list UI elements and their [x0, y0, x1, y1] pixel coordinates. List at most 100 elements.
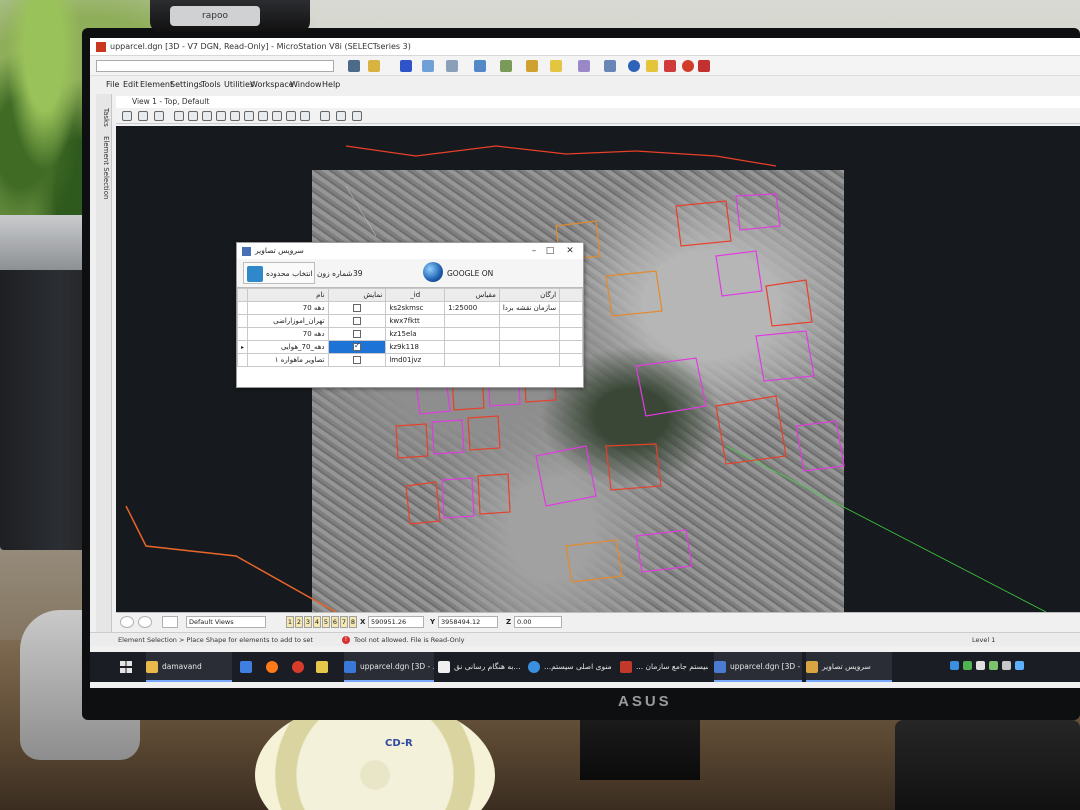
- view-pointer-icon[interactable]: [162, 616, 178, 628]
- zone-number-input[interactable]: 39: [353, 269, 363, 278]
- view-button-2[interactable]: 2: [295, 616, 303, 628]
- zoom-in-icon[interactable]: [188, 111, 198, 121]
- view-button-8[interactable]: 8: [349, 616, 357, 628]
- menu-edit[interactable]: Edit: [123, 78, 139, 92]
- info-icon[interactable]: [628, 60, 640, 72]
- view-back-icon[interactable]: [120, 616, 134, 628]
- tray-icon[interactable]: [1015, 661, 1024, 670]
- taskbar-icon-chrome[interactable]: [292, 652, 304, 682]
- view-button-1[interactable]: 1: [286, 616, 294, 628]
- globe-icon[interactable]: [423, 262, 443, 282]
- pan-view-icon[interactable]: [258, 111, 268, 121]
- y-coordinate-field[interactable]: 3958494.12: [438, 616, 498, 628]
- close-button[interactable]: ✕: [563, 244, 577, 258]
- view-forward-icon[interactable]: [138, 616, 152, 628]
- menu-file[interactable]: File: [106, 78, 119, 92]
- taskbar-icon-firefox[interactable]: [266, 652, 278, 682]
- minimize-button[interactable]: –: [527, 244, 541, 258]
- clip-volume-icon[interactable]: [320, 111, 330, 121]
- taskbar-item-microstation[interactable]: upparcel.dgn [3D - ...: [714, 652, 802, 682]
- select-area-button[interactable]: انتخاب محدوده: [243, 262, 315, 284]
- view-button-6[interactable]: 6: [331, 616, 339, 628]
- rotate-view-icon[interactable]: [244, 111, 254, 121]
- toolbar-icon[interactable]: [664, 60, 676, 72]
- tray-icon[interactable]: [976, 661, 985, 670]
- show-checkbox[interactable]: [352, 304, 361, 312]
- view-previous-icon[interactable]: [272, 111, 282, 121]
- table-row-selected[interactable]: ▸ دهه_70_هوایی kz9k118: [236, 340, 583, 354]
- copy-view-icon[interactable]: [300, 111, 310, 121]
- taskbar-item-window[interactable]: ... سیستم جامع سازمان: [620, 652, 708, 682]
- tray-icon[interactable]: [1002, 661, 1011, 670]
- menu-window[interactable]: Window: [290, 78, 322, 92]
- toolbar-icon[interactable]: [604, 60, 616, 72]
- show-checkbox[interactable]: [352, 330, 361, 338]
- view-button-7[interactable]: 7: [340, 616, 348, 628]
- toolbar-icon[interactable]: [500, 60, 512, 72]
- column-header-scale[interactable]: مقیاس: [444, 288, 500, 302]
- table-row[interactable]: تهران_اموزاراضی kwx7fktt: [236, 314, 583, 328]
- taskbar-item-explorer[interactable]: damavand: [146, 652, 232, 682]
- menu-workspace[interactable]: Workspace: [250, 78, 294, 92]
- window-area-icon[interactable]: [216, 111, 226, 121]
- toolbar-icon[interactable]: [400, 60, 412, 72]
- toolbar-icon[interactable]: [698, 60, 710, 72]
- update-view-icon[interactable]: [174, 111, 184, 121]
- toolbar-icon[interactable]: [422, 60, 434, 72]
- toolbar-icon[interactable]: [446, 60, 458, 72]
- drawing-canvas[interactable]: سرویس تصاویر – □ ✕ انتخاب محدوده شماره ز…: [116, 126, 1080, 612]
- toolbar-icon[interactable]: [474, 60, 486, 72]
- windows-start-icon[interactable]: [120, 661, 132, 673]
- show-checkbox[interactable]: [352, 317, 361, 325]
- display-style-icon[interactable]: [154, 111, 164, 121]
- toolbar-icon[interactable]: [578, 60, 590, 72]
- menu-settings[interactable]: Settings: [170, 78, 203, 92]
- toolbar-icon[interactable]: [550, 60, 562, 72]
- view-attributes-icon[interactable]: [122, 111, 132, 121]
- column-header-show[interactable]: نمایش: [327, 288, 387, 302]
- show-checkbox-checked[interactable]: [352, 342, 361, 351]
- taskbar-icon-app[interactable]: [316, 652, 328, 682]
- z-coordinate-field[interactable]: 0.00: [514, 616, 562, 628]
- view-next-icon[interactable]: [286, 111, 296, 121]
- camera-icon[interactable]: [352, 111, 362, 121]
- taskbar-item-microstation[interactable]: upparcel.dgn [3D - ...: [344, 652, 434, 682]
- toolbar-icon[interactable]: [526, 60, 538, 72]
- toolbar-icon[interactable]: [348, 60, 360, 72]
- column-header-id[interactable]: _id: [385, 288, 446, 302]
- zoom-out-icon[interactable]: [202, 111, 212, 121]
- fit-view-icon[interactable]: [230, 111, 240, 121]
- views-combo[interactable]: Default Views: [186, 616, 266, 628]
- view-button-5[interactable]: 5: [322, 616, 330, 628]
- column-header-org[interactable]: ارگان: [498, 288, 561, 302]
- element-attributes-combo[interactable]: [96, 60, 334, 72]
- toolbar-icon[interactable]: [368, 60, 380, 72]
- toolbar-icon[interactable]: [682, 60, 694, 72]
- menu-help[interactable]: Help: [322, 78, 340, 92]
- x-coordinate-field[interactable]: 590951.26: [368, 616, 424, 628]
- taskbar-item-window[interactable]: ...منوی اصلی سیستم: [528, 652, 616, 682]
- dock-tab-tasks[interactable]: Tasks: [98, 108, 110, 127]
- menu-tools[interactable]: Tools: [201, 78, 221, 92]
- display-style-icon[interactable]: [138, 111, 148, 121]
- taskbar-icon-app[interactable]: [240, 652, 252, 682]
- level-indicator[interactable]: Level 1: [972, 633, 995, 647]
- google-on-label[interactable]: GOOGLE ON: [447, 269, 493, 278]
- maximize-button[interactable]: □: [543, 244, 557, 258]
- menu-element[interactable]: Element: [140, 78, 173, 92]
- toolbar-icon[interactable]: [646, 60, 658, 72]
- taskbar-item-window[interactable]: به هنگام رسانی نق...: [438, 652, 522, 682]
- tray-icon[interactable]: [963, 661, 972, 670]
- tray-icon[interactable]: [950, 661, 959, 670]
- table-row[interactable]: دهه 70 ks2skmsc 1:25000 سازمان نقشه بردا: [236, 301, 583, 315]
- dock-tab-element-selection[interactable]: Element Selection: [98, 136, 110, 199]
- view-button-4[interactable]: 4: [313, 616, 321, 628]
- view-button-3[interactable]: 3: [304, 616, 312, 628]
- table-row[interactable]: دهه 70 kz15ela: [236, 327, 583, 341]
- column-header-name[interactable]: نام: [247, 288, 329, 302]
- show-checkbox[interactable]: [352, 356, 361, 364]
- table-row[interactable]: تصاویر ماهواره ۱ lmd01jvz: [236, 353, 583, 367]
- tray-icon[interactable]: [989, 661, 998, 670]
- taskbar-item-image-service[interactable]: سرویس تصاویر: [806, 652, 892, 682]
- clip-mask-icon[interactable]: [336, 111, 346, 121]
